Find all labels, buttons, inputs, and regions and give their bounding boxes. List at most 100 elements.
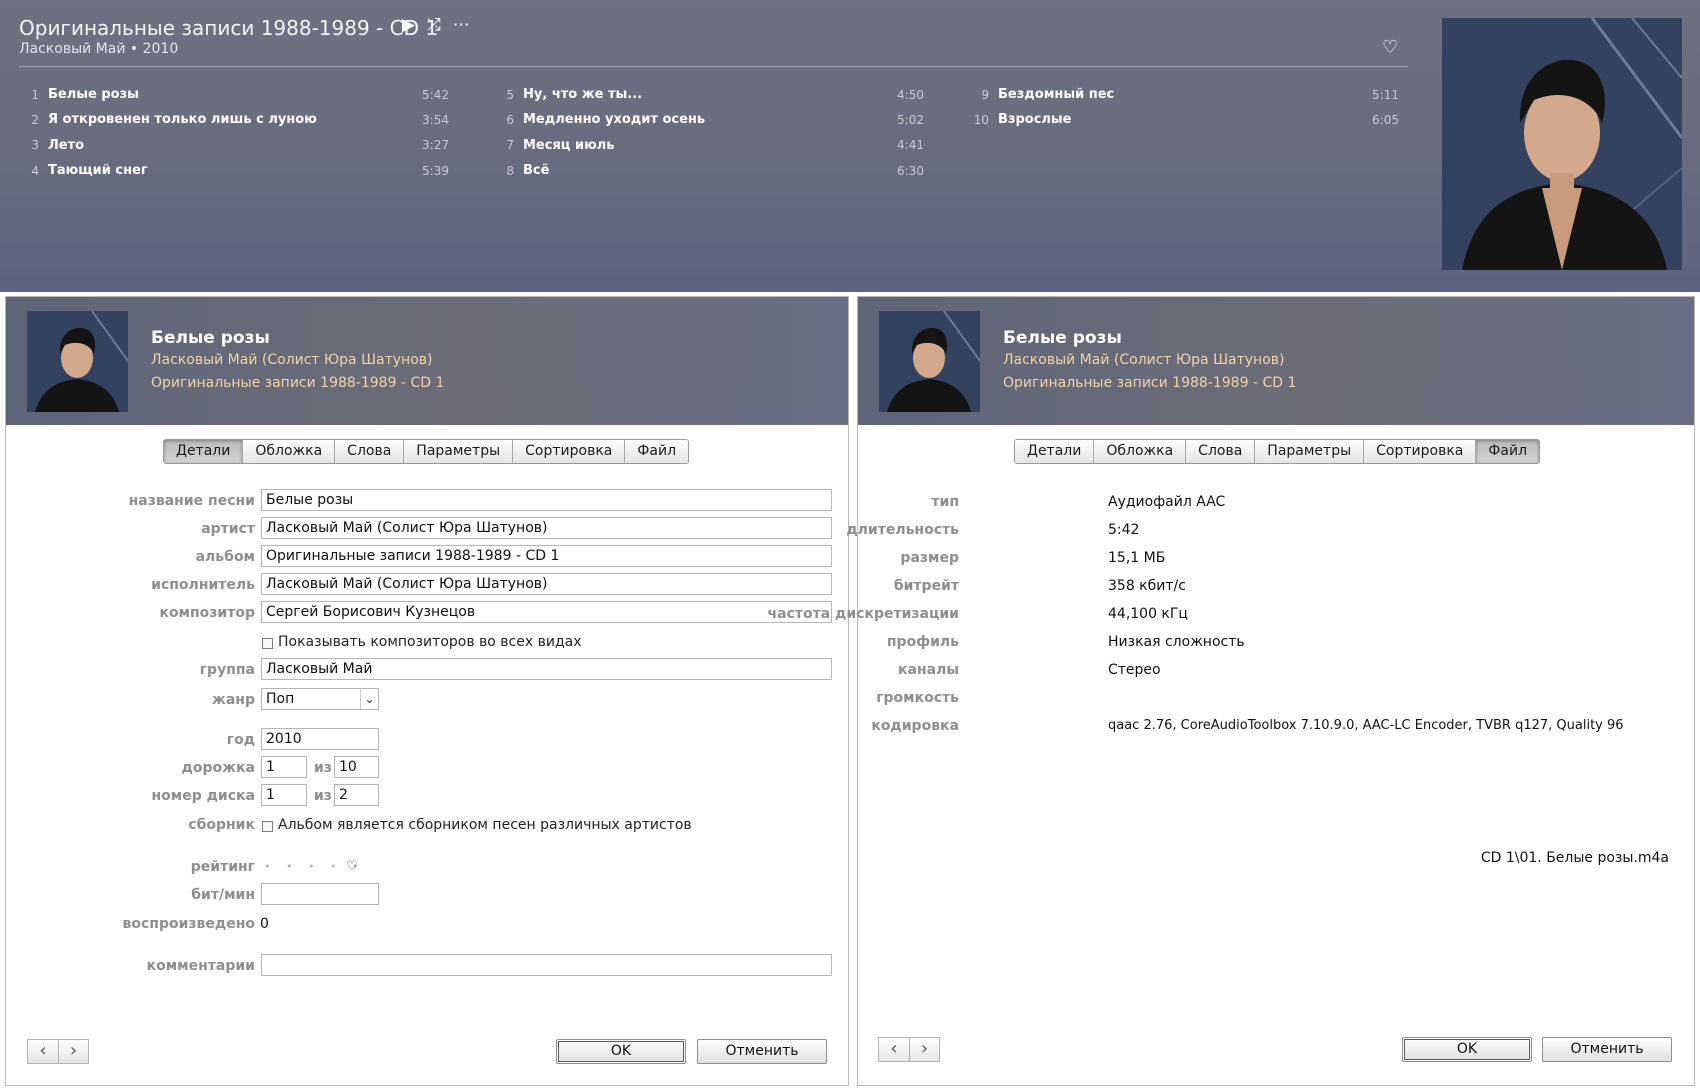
- track-row[interactable]: 10 Взрослые 6:05: [971, 107, 1399, 132]
- track-duration: 5:42: [422, 87, 449, 102]
- disc-total-field[interactable]: 2: [334, 784, 379, 806]
- song-artist: Ласковый Май (Солист Юра Шатунов): [1003, 352, 1285, 368]
- track-name: Месяц июль: [523, 137, 615, 153]
- tab-lyrics[interactable]: Слова: [1186, 440, 1256, 463]
- album-label: альбом: [195, 549, 255, 565]
- track-row[interactable]: 3 Лето 3:27: [21, 133, 449, 158]
- track-row[interactable]: 4 Тающий снег 5:39: [21, 158, 449, 183]
- track-name: Тающий снег: [48, 163, 148, 179]
- track-total-field[interactable]: 10: [334, 756, 379, 778]
- tab-file[interactable]: Файл: [625, 440, 689, 463]
- ok-button[interactable]: OK: [1402, 1037, 1532, 1062]
- previous-icon[interactable]: ‹: [879, 1038, 909, 1061]
- track-name: Белые розы: [48, 87, 139, 103]
- track-column: 1 Белые розы 5:42 2 Я откровенен только лиш…: [21, 82, 449, 183]
- tab-options[interactable]: Параметры: [1255, 440, 1365, 463]
- track-number: 10: [973, 112, 989, 127]
- track-row[interactable]: 2 Я откровенен только лишь с луною 3:54: [21, 107, 449, 132]
- song-title: Белые розы: [1003, 328, 1122, 348]
- sample-rate-value: 44,100 кГц: [1108, 606, 1188, 622]
- kind-label: тип: [931, 494, 959, 510]
- show-composer-label: Показывать композиторов во всех видах: [278, 634, 582, 650]
- track-duration: 5:11: [1372, 87, 1399, 102]
- year-field[interactable]: 2010: [261, 728, 379, 750]
- encoder-value: qaac 2.76, CoreAudioToolbox 7.10.9.0, AA…: [1108, 718, 1624, 733]
- track-row[interactable]: 1 Белые розы 5:42: [21, 82, 449, 107]
- track-column: 9 Бездомный пес 5:11 10 Взрослые 6:05: [971, 82, 1399, 133]
- song-album: Оригинальные записи 1988-1989 - CD 1: [151, 375, 445, 391]
- tab-bar: Детали Обложка Слова Параметры Сортировк…: [1014, 439, 1541, 464]
- song-artist: Ласковый Май (Солист Юра Шатунов): [151, 352, 433, 368]
- track-row[interactable]: 6 Медленно уходит осень 5:02: [496, 107, 924, 132]
- album-artist-label: исполнитель: [151, 577, 255, 593]
- dialog-header: Белые розы Ласковый Май (Солист Юра Шату…: [858, 297, 1694, 425]
- track-row[interactable]: 5 Ну, что же ты... 4:50: [496, 82, 924, 107]
- next-icon[interactable]: ›: [909, 1038, 939, 1061]
- file-path[interactable]: CD 1\01. Белые розы.m4a: [1481, 850, 1669, 866]
- kind-value: Аудиофайл AAC: [1108, 494, 1226, 510]
- tab-sorting[interactable]: Сортировка: [513, 440, 626, 463]
- bpm-label: бит/мин: [191, 887, 255, 903]
- divider: [19, 66, 1408, 67]
- tab-lyrics[interactable]: Слова: [335, 440, 405, 463]
- year-label: год: [226, 732, 255, 748]
- track-name: Лето: [48, 137, 85, 153]
- cancel-button[interactable]: Отменить: [697, 1039, 827, 1064]
- chevron-down-icon[interactable]: ⌄: [360, 689, 378, 709]
- tab-details[interactable]: Детали: [1015, 440, 1095, 463]
- composer-label: композитор: [159, 605, 255, 621]
- track-name: Бездомный пес: [998, 87, 1115, 103]
- compilation-checkbox-label: Альбом является сборником песен различны…: [278, 817, 692, 833]
- next-icon[interactable]: ›: [58, 1040, 88, 1063]
- tab-artwork[interactable]: Обложка: [1094, 440, 1187, 463]
- compilation-checkbox[interactable]: [262, 821, 273, 832]
- previous-icon[interactable]: ‹: [28, 1040, 58, 1063]
- track-row[interactable]: 8 Всё 6:30: [496, 158, 924, 183]
- genre-label: жанр: [211, 692, 255, 708]
- disc-number-field[interactable]: 1: [261, 784, 307, 806]
- tab-artwork[interactable]: Обложка: [243, 440, 336, 463]
- tab-sorting[interactable]: Сортировка: [1364, 440, 1477, 463]
- bpm-field[interactable]: [261, 883, 379, 905]
- track-number: 5: [506, 87, 514, 102]
- track-name: Всё: [523, 163, 550, 179]
- shuffle-icon[interactable]: ⤮: [427, 15, 441, 35]
- cancel-button[interactable]: Отменить: [1542, 1037, 1672, 1062]
- ok-button[interactable]: OK: [556, 1039, 686, 1064]
- song-title: Белые розы: [151, 328, 270, 348]
- play-icon[interactable]: ▶: [402, 15, 415, 35]
- track-number: 2: [31, 112, 39, 127]
- track-duration: 6:05: [1372, 112, 1399, 127]
- profile-label: профиль: [886, 634, 959, 650]
- track-duration: 4:41: [897, 138, 924, 153]
- tab-details[interactable]: Детали: [164, 440, 244, 463]
- track-row[interactable]: 9 Бездомный пес 5:11: [971, 82, 1399, 107]
- album-header: Оригинальные записи 1988-1989 - CD 1 ▶ ⤮…: [0, 0, 1700, 292]
- track-navigation: ‹ ›: [878, 1037, 940, 1062]
- comments-field[interactable]: [261, 954, 832, 976]
- track-number: 1: [31, 87, 39, 102]
- show-composer-checkbox[interactable]: [262, 638, 273, 649]
- dialog-header: Белые розы Ласковый Май (Солист Юра Шату…: [6, 297, 848, 425]
- channels-label: каналы: [898, 662, 959, 678]
- tab-file[interactable]: Файл: [1476, 440, 1540, 463]
- comments-label: комментарии: [146, 958, 255, 974]
- track-number: 3: [31, 138, 39, 153]
- track-number-field[interactable]: 1: [261, 756, 307, 778]
- track-number: 7: [506, 138, 514, 153]
- track-name: Я откровенен только лишь с луною: [48, 112, 317, 128]
- more-icon[interactable]: ⋯: [453, 15, 470, 35]
- album-cover-art: [1442, 18, 1682, 270]
- encoder-label: кодировка: [871, 718, 959, 734]
- genre-select[interactable]: Поп ⌄: [261, 688, 379, 710]
- heart-icon[interactable]: ♡: [1382, 37, 1398, 58]
- tab-options[interactable]: Параметры: [404, 440, 514, 463]
- heart-icon[interactable]: ♡: [346, 859, 358, 874]
- track-row[interactable]: 7 Месяц июль 4:41: [496, 133, 924, 158]
- info-dialog-file: Белые розы Ласковый Май (Солист Юра Шату…: [768, 296, 1695, 1086]
- album-controls: ▶ ⤮ ⋯: [402, 15, 470, 35]
- track-duration: 5:02: [897, 112, 924, 127]
- channels-value: Стерео: [1108, 662, 1161, 678]
- compilation-label: сборник: [188, 817, 255, 833]
- track-duration: 3:27: [422, 138, 449, 153]
